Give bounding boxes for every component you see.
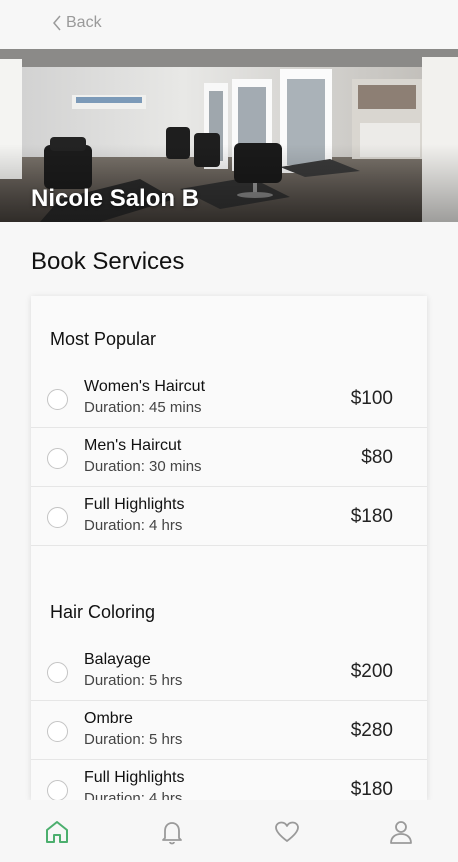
chevron-left-icon <box>53 15 61 31</box>
service-price: $280 <box>350 720 393 741</box>
service-name: Women's Haircut <box>84 378 206 395</box>
back-button[interactable]: Back <box>52 14 102 32</box>
service-row[interactable]: Balayage Duration: 5 hrs $200 <box>31 642 427 701</box>
services-card: Most Popular Women's Haircut Duration: 4… <box>31 296 427 800</box>
group-title-hair-coloring: Hair Coloring <box>50 602 156 622</box>
service-radio[interactable] <box>47 780 68 800</box>
service-name: Ombre <box>84 710 133 727</box>
service-duration: Duration: 5 hrs <box>84 731 183 748</box>
service-radio[interactable] <box>47 389 68 410</box>
service-price: $180 <box>350 506 393 527</box>
service-row[interactable]: Women's Haircut Duration: 45 mins $100 <box>31 369 427 428</box>
service-name: Full Highlights <box>84 769 185 786</box>
service-duration: Duration: 45 mins <box>84 399 202 416</box>
service-row[interactable]: Men's Haircut Duration: 30 mins $80 <box>31 428 427 487</box>
group-title-most-popular: Most Popular <box>50 329 157 349</box>
service-duration: Duration: 4 hrs <box>84 517 183 534</box>
tab-notifications[interactable] <box>158 818 188 848</box>
service-name: Men's Haircut <box>84 437 182 454</box>
service-price: $200 <box>350 661 393 682</box>
service-price: $80 <box>361 447 393 468</box>
bell-icon <box>162 822 182 845</box>
user-icon <box>390 821 412 844</box>
service-duration: Duration: 30 mins <box>84 458 202 475</box>
salon-hero-image: Nicole Salon B <box>0 49 458 222</box>
heart-icon <box>275 821 299 842</box>
service-row[interactable]: Full Highlights Duration: 4 hrs $180 <box>31 760 427 800</box>
service-name: Full Highlights <box>84 496 185 513</box>
page-title: Book Services <box>31 248 185 275</box>
service-radio[interactable] <box>47 448 68 469</box>
tab-home[interactable] <box>43 818 73 848</box>
service-price: $180 <box>350 779 393 800</box>
tab-profile[interactable] <box>387 818 417 848</box>
service-duration: Duration: 4 hrs <box>84 790 183 800</box>
home-icon <box>46 821 68 843</box>
service-duration: Duration: 5 hrs <box>84 672 183 689</box>
tab-favorites[interactable] <box>273 818 303 848</box>
top-bar: Back <box>0 0 458 49</box>
service-row[interactable]: Full Highlights Duration: 4 hrs $180 <box>31 487 427 546</box>
salon-name: Nicole Salon B <box>31 185 200 212</box>
service-radio[interactable] <box>47 662 68 683</box>
service-row[interactable]: Ombre Duration: 5 hrs $280 <box>31 701 427 760</box>
bottom-tab-bar <box>0 800 458 862</box>
back-label: Back <box>66 14 102 31</box>
service-radio[interactable] <box>47 721 68 742</box>
service-price: $100 <box>350 388 393 409</box>
service-radio[interactable] <box>47 507 68 528</box>
service-name: Balayage <box>84 651 151 668</box>
